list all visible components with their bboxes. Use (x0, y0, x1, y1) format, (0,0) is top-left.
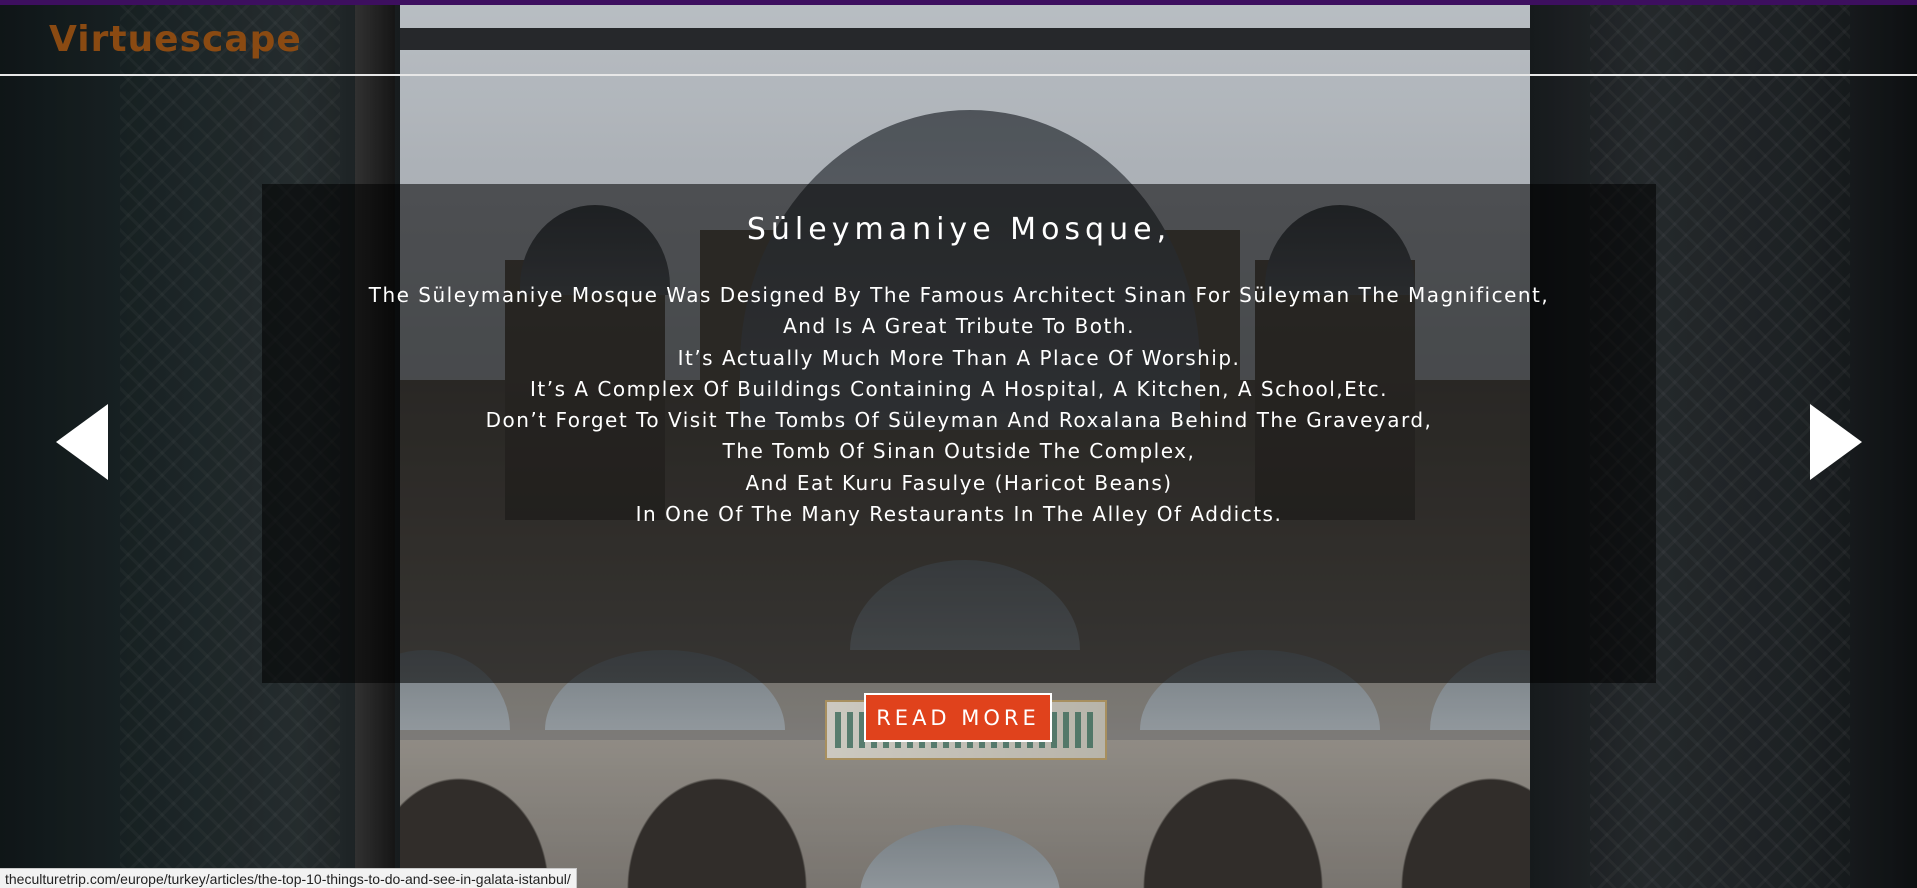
description-line: It’s Actually Much More Than A Place Of … (677, 345, 1241, 370)
status-bar-url: theculturetrip.com/europe/turkey/article… (0, 868, 577, 888)
description-line: It’s A Complex Of Buildings Containing A… (530, 376, 1388, 401)
triangle-left-icon (56, 404, 108, 480)
page: Virtuescape Süleymaniye Mosque, The Süle… (0, 0, 1917, 888)
site-header: Virtuescape (0, 5, 1917, 76)
slide-caption: Süleymaniye Mosque, The Süleymaniye Mosq… (262, 184, 1656, 683)
description-line: And Is A Great Tribute To Both. (783, 314, 1135, 339)
description-line: And Eat Kuru Fasulye (Haricot Beans) (745, 470, 1173, 495)
triangle-right-icon (1810, 404, 1862, 480)
read-more-button[interactable]: READ MORE (864, 693, 1052, 742)
description-line: The Tomb Of Sinan Outside The Complex, (722, 439, 1196, 464)
slide-title: Süleymaniye Mosque, (746, 212, 1172, 247)
top-accent-bar (0, 0, 1917, 5)
description-line: In One Of The Many Restaurants In The Al… (635, 502, 1283, 527)
slide-description: The Süleymaniye Mosque Was Designed By T… (262, 280, 1656, 530)
description-line: The Süleymaniye Mosque Was Designed By T… (368, 283, 1550, 307)
slider-prev-button[interactable] (56, 404, 108, 480)
description-line: Don’t Forget To Visit The Tombs Of Süley… (485, 408, 1433, 433)
site-logo[interactable]: Virtuescape (49, 19, 302, 60)
slider-next-button[interactable] (1810, 404, 1862, 480)
